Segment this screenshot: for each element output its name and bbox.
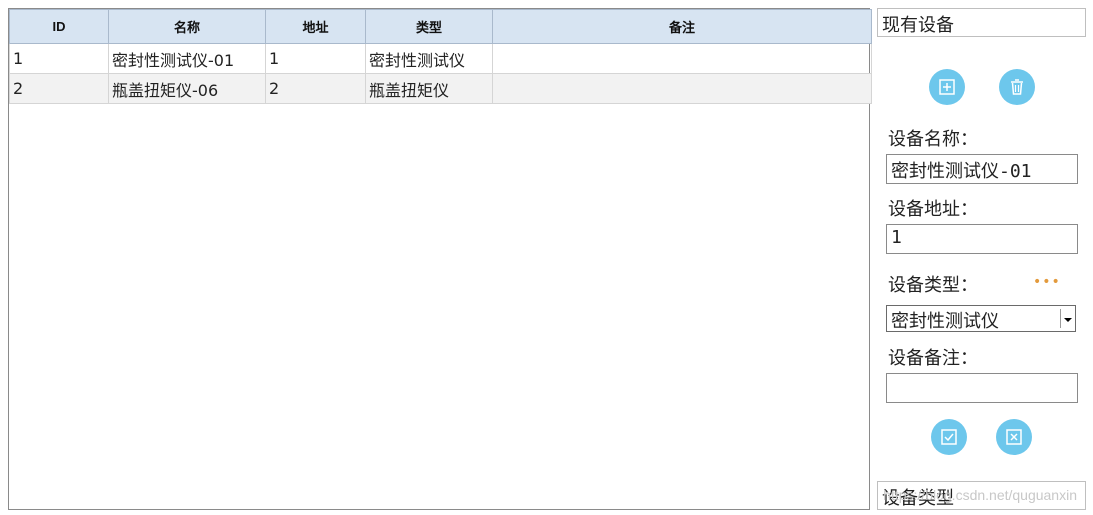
cell-name[interactable]: 密封性测试仪-01 xyxy=(108,43,266,74)
column-header-type[interactable]: 类型 xyxy=(365,9,493,44)
device-name-field[interactable]: 密封性测试仪-01 xyxy=(886,154,1078,184)
cell-id[interactable]: 2 xyxy=(9,73,109,104)
device-grid[interactable]: ID 名称 地址 类型 备注 1 密封性测试仪-01 1 密封性测试仪 2 瓶盖… xyxy=(8,8,872,510)
cell-name[interactable]: 瓶盖扭矩仪-06 xyxy=(108,73,266,104)
device-type-selected: 密封性测试仪 xyxy=(891,311,999,332)
device-type-select[interactable]: 密封性测试仪 xyxy=(886,305,1076,332)
more-types-icon[interactable]: ••• xyxy=(1033,274,1061,290)
table-row[interactable]: 2 瓶盖扭矩仪-06 2 瓶盖扭矩仪 xyxy=(9,73,872,104)
cell-note[interactable] xyxy=(492,73,872,104)
device-name-label: 设备名称： xyxy=(888,129,978,150)
device-address-field[interactable]: 1 xyxy=(886,224,1078,254)
cell-address[interactable]: 1 xyxy=(265,43,366,74)
cancel-button[interactable] xyxy=(996,419,1032,455)
watermark: https://blog.csdn.net/quguanxin xyxy=(883,487,1077,503)
delete-icon xyxy=(1011,79,1023,95)
cell-type[interactable]: 瓶盖扭矩仪 xyxy=(365,73,493,104)
device-note-label: 设备备注： xyxy=(888,348,978,369)
add-button[interactable] xyxy=(929,69,965,105)
device-table: ID 名称 地址 类型 备注 1 密封性测试仪-01 1 密封性测试仪 2 瓶盖… xyxy=(9,9,872,104)
device-address-label: 设备地址： xyxy=(888,199,978,220)
column-header-id[interactable]: ID xyxy=(9,9,109,44)
cancel-icon xyxy=(1006,429,1022,445)
confirm-icon xyxy=(941,429,957,445)
table-header-row: ID 名称 地址 类型 备注 xyxy=(9,9,872,44)
device-note-field[interactable] xyxy=(886,373,1078,403)
device-type-label: 设备类型： xyxy=(888,275,978,296)
panel-footer: 设备类型 https://blog.csdn.net/quguanxin xyxy=(877,481,1086,510)
column-header-name[interactable]: 名称 xyxy=(108,9,266,44)
confirm-button[interactable] xyxy=(931,419,967,455)
cell-type[interactable]: 密封性测试仪 xyxy=(365,43,493,74)
cell-address[interactable]: 2 xyxy=(265,73,366,104)
cell-id[interactable]: 1 xyxy=(9,43,109,74)
cell-note[interactable] xyxy=(492,43,872,74)
column-header-note[interactable]: 备注 xyxy=(492,9,872,44)
dropdown-arrow-icon[interactable] xyxy=(1060,309,1074,328)
add-icon xyxy=(939,79,955,95)
table-row[interactable]: 1 密封性测试仪-01 1 密封性测试仪 xyxy=(9,43,872,74)
panel-title: 现有设备 xyxy=(877,8,1086,37)
column-header-address[interactable]: 地址 xyxy=(265,9,366,44)
delete-button[interactable] xyxy=(999,69,1035,105)
